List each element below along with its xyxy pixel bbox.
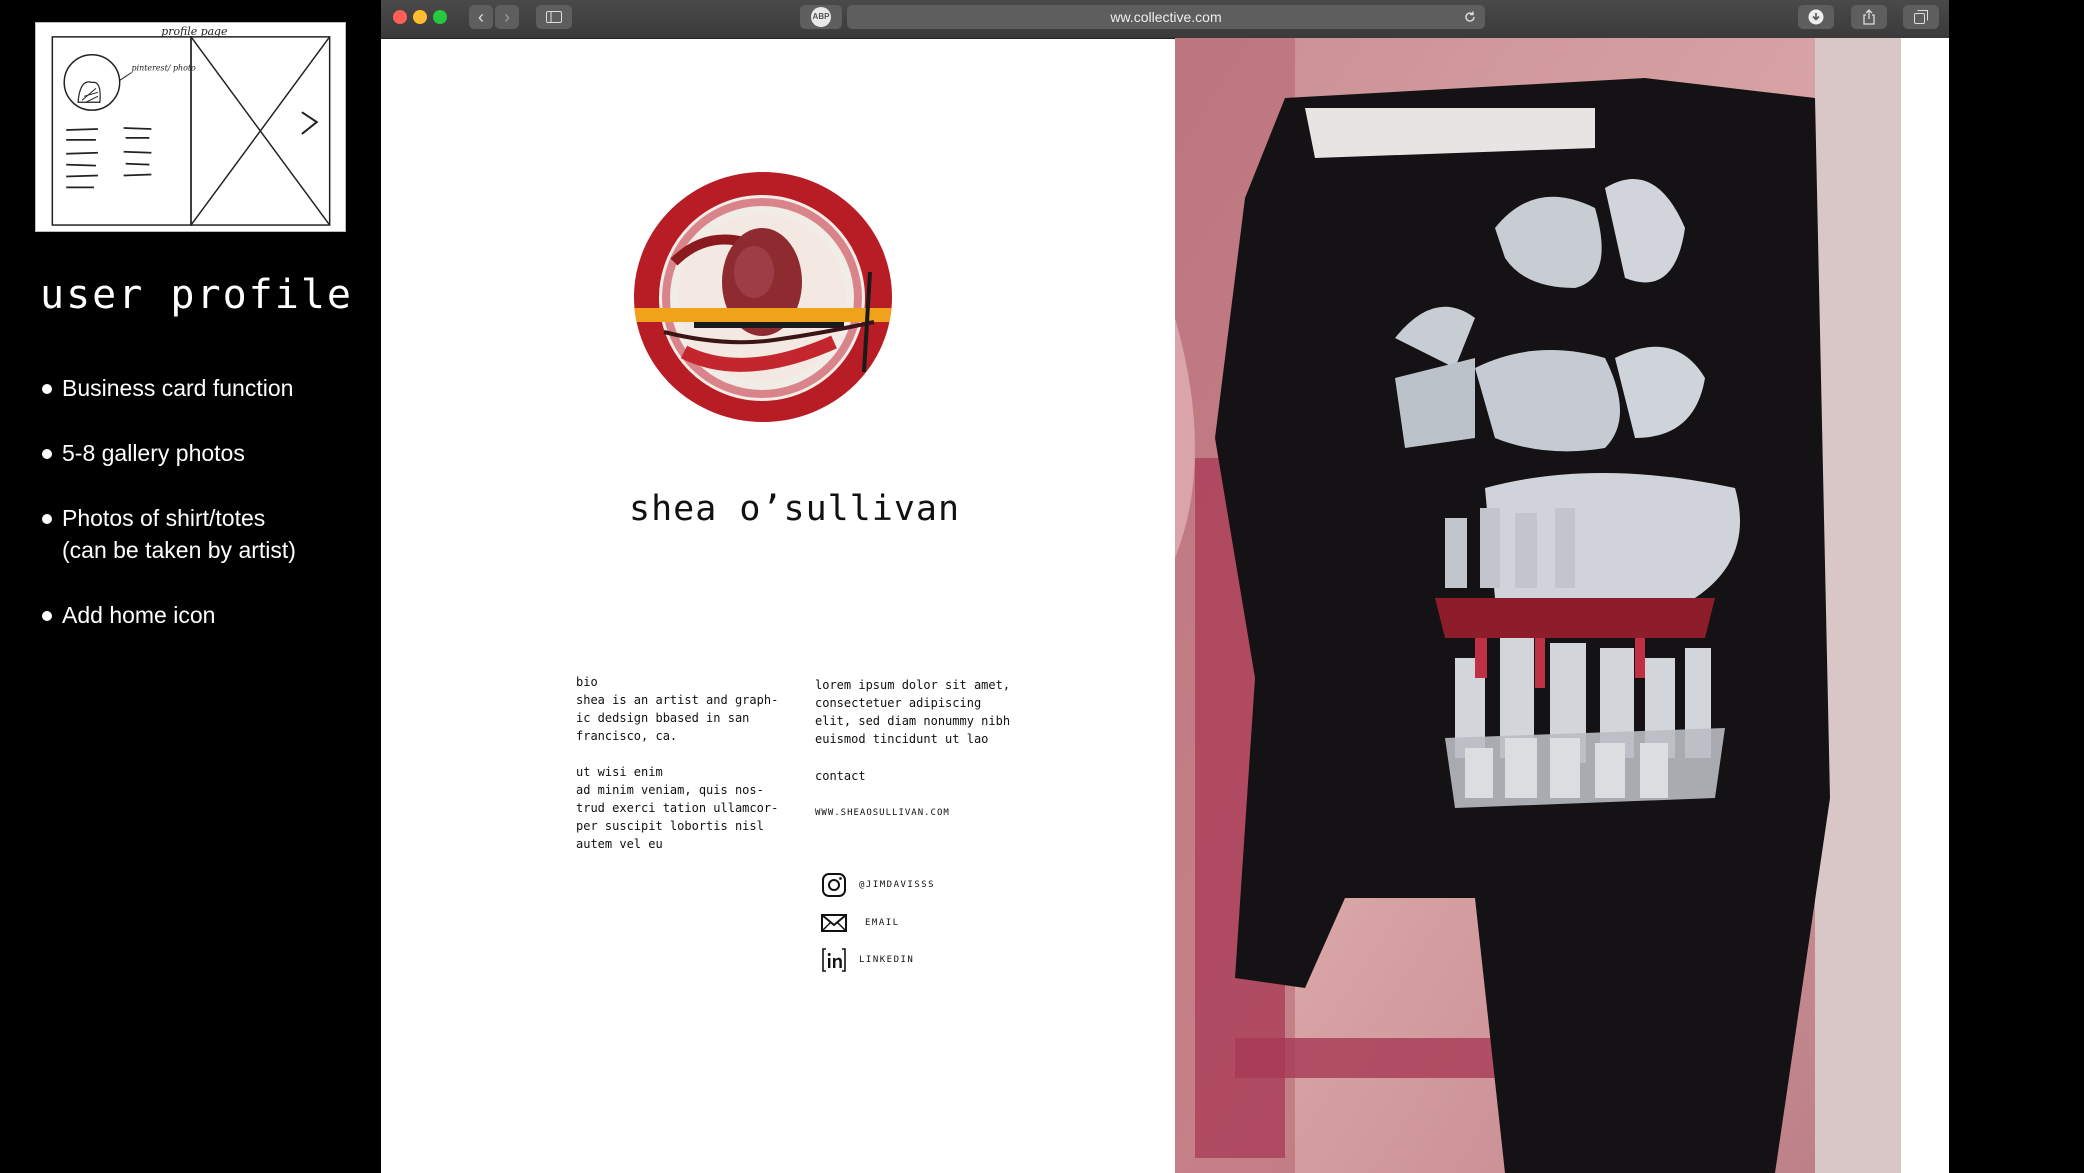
browser-window: ‹ › ABP ww.collective.com shea o’sulliva… xyxy=(381,0,1949,1173)
minimize-window-button[interactable] xyxy=(413,10,427,24)
sidebar-icon xyxy=(546,11,562,23)
instagram-icon xyxy=(822,873,846,897)
browser-toolbar: ‹ › ABP ww.collective.com xyxy=(381,0,1949,39)
contact-section: lorem ipsum dolor sit amet, consectetuer… xyxy=(815,676,1045,822)
reload-icon[interactable] xyxy=(1463,10,1477,24)
painting-image xyxy=(1175,38,1901,1173)
note-text: Business card function xyxy=(62,375,294,401)
back-button[interactable]: ‹ xyxy=(469,5,493,29)
contact-label: contact xyxy=(815,769,866,783)
profile-photo[interactable] xyxy=(634,172,892,422)
instagram-handle: @JIMDAVISSS xyxy=(859,880,936,890)
adblock-icon: ABP xyxy=(811,7,831,27)
download-icon xyxy=(1808,9,1824,25)
sidebar-toggle-button[interactable] xyxy=(536,5,572,29)
close-window-button[interactable] xyxy=(393,10,407,24)
mail-icon xyxy=(821,914,847,932)
url-text: ww.collective.com xyxy=(1110,9,1222,25)
wireframe-sketch: profile page pinterest/ photo xyxy=(35,22,346,232)
note-text: Add home icon xyxy=(62,602,216,628)
bio-section: bio shea is an artist and graph- ic deds… xyxy=(576,673,786,871)
instagram-link[interactable]: @JIMDAVISSS xyxy=(821,871,935,899)
share-icon xyxy=(1863,9,1875,25)
chevron-right-icon: › xyxy=(504,7,510,27)
downloads-button[interactable] xyxy=(1798,5,1834,29)
bio-text: shea is an artist and graph- ic dedsign … xyxy=(576,693,779,743)
note-home-icon: Add home icon xyxy=(40,599,370,631)
page-right-margin xyxy=(1901,38,1949,1173)
tabs-icon xyxy=(1914,10,1928,24)
note-text: 5-8 gallery photos xyxy=(62,440,245,466)
website-link[interactable]: WWW.SHEAOSULLIVAN.COM xyxy=(815,804,1045,822)
sketch-annotation: pinterest/ photo xyxy=(132,64,196,73)
linkedin-link[interactable]: LINKEDIN xyxy=(821,946,914,974)
bio-text-2: ut wisi enim ad minim veniam, quis nos- … xyxy=(576,765,779,851)
gallery-painting[interactable] xyxy=(1175,38,1901,1173)
wireframe-drawing: profile page pinterest/ photo xyxy=(51,25,331,226)
adblock-button[interactable]: ABP xyxy=(800,5,842,29)
email-label: EMAIL xyxy=(865,918,900,928)
chevron-left-icon: ‹ xyxy=(478,7,484,27)
panel-title: user profile 1 xyxy=(40,272,406,318)
linkedin-label: LINKEDIN xyxy=(859,955,915,965)
note-text-line2: (can be taken by artist) xyxy=(62,537,296,563)
bio-heading: bio xyxy=(576,675,598,689)
zoom-window-button[interactable] xyxy=(433,10,447,24)
note-business-card: Business card function xyxy=(40,372,370,404)
note-shirt-photos: Photos of shirt/totes (can be taken by ar… xyxy=(40,502,370,566)
email-link[interactable]: EMAIL xyxy=(821,909,900,937)
artist-name: shea o’sullivan xyxy=(629,489,961,529)
notes-list: Business card function 5-8 gallery photo… xyxy=(40,372,370,664)
forward-button[interactable]: › xyxy=(495,5,519,29)
note-text: Photos of shirt/totes xyxy=(62,505,266,531)
linkedin-icon xyxy=(822,948,846,972)
address-bar[interactable]: ww.collective.com xyxy=(847,5,1485,29)
note-gallery-photos: 5-8 gallery photos xyxy=(40,437,370,469)
lorem-text: lorem ipsum dolor sit amet, consectetuer… xyxy=(815,678,1011,746)
sketch-title: profile page xyxy=(161,25,227,38)
share-button[interactable] xyxy=(1851,5,1887,29)
profile-painting xyxy=(634,172,892,422)
tabs-overview-button[interactable] xyxy=(1903,5,1939,29)
